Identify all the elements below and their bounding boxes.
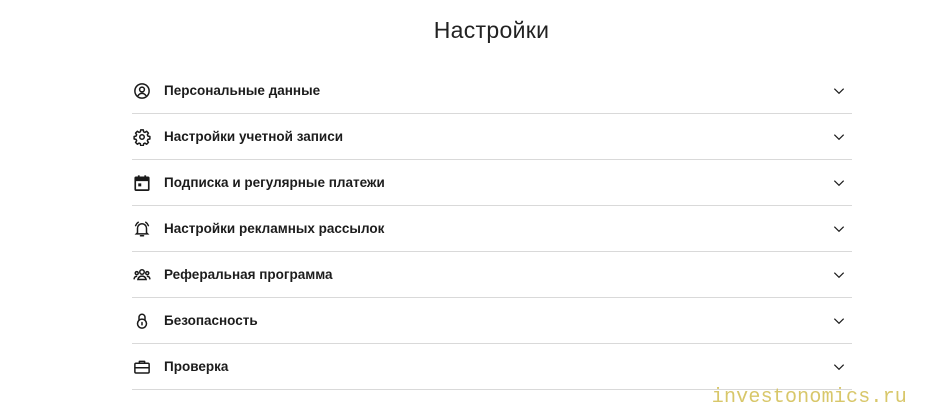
chevron-down-icon[interactable] bbox=[832, 176, 846, 190]
settings-item-label: Настройки рекламных рассылок bbox=[164, 221, 385, 236]
settings-item-label: Персональные данные bbox=[164, 83, 321, 98]
settings-item-label: Настройки учетной записи bbox=[164, 129, 344, 144]
chevron-down-icon[interactable] bbox=[832, 222, 846, 236]
chevron-down-icon[interactable] bbox=[832, 360, 846, 374]
settings-item-label: Проверка bbox=[164, 359, 229, 374]
settings-item-account-settings[interactable]: Настройки учетной записи bbox=[132, 114, 852, 160]
chevron-down-icon[interactable] bbox=[832, 84, 846, 98]
page-title: Настройки bbox=[433, 17, 550, 43]
user-circle-icon bbox=[133, 82, 151, 100]
chevron-down-icon[interactable] bbox=[832, 314, 846, 328]
settings-item-subscription[interactable]: Подписка и регулярные платежи bbox=[132, 160, 852, 206]
calendar-icon bbox=[133, 174, 151, 192]
watermark: investonomics.ru bbox=[711, 386, 907, 409]
settings-item-label: Реферальная программа bbox=[164, 267, 333, 282]
settings-item-label: Безопасность bbox=[164, 313, 258, 328]
settings-item-verification[interactable]: Проверка bbox=[132, 344, 852, 390]
settings-item-label: Подписка и регулярные платежи bbox=[164, 175, 385, 190]
lock-icon bbox=[133, 312, 151, 330]
chevron-down-icon[interactable] bbox=[832, 268, 846, 282]
people-group-icon bbox=[133, 266, 151, 284]
chevron-down-icon[interactable] bbox=[832, 130, 846, 144]
settings-item-ad-mailings[interactable]: Настройки рекламных рассылок bbox=[132, 206, 852, 252]
bell-ringing-icon bbox=[133, 220, 151, 238]
settings-item-referral[interactable]: Реферальная программа bbox=[132, 252, 852, 298]
briefcase-icon bbox=[133, 358, 151, 376]
gear-icon bbox=[133, 128, 151, 146]
settings-item-personal-data[interactable]: Персональные данные bbox=[132, 68, 852, 114]
settings-item-security[interactable]: Безопасность bbox=[132, 298, 852, 344]
settings-list: Персональные данные Настройки учетной за… bbox=[132, 68, 852, 390]
